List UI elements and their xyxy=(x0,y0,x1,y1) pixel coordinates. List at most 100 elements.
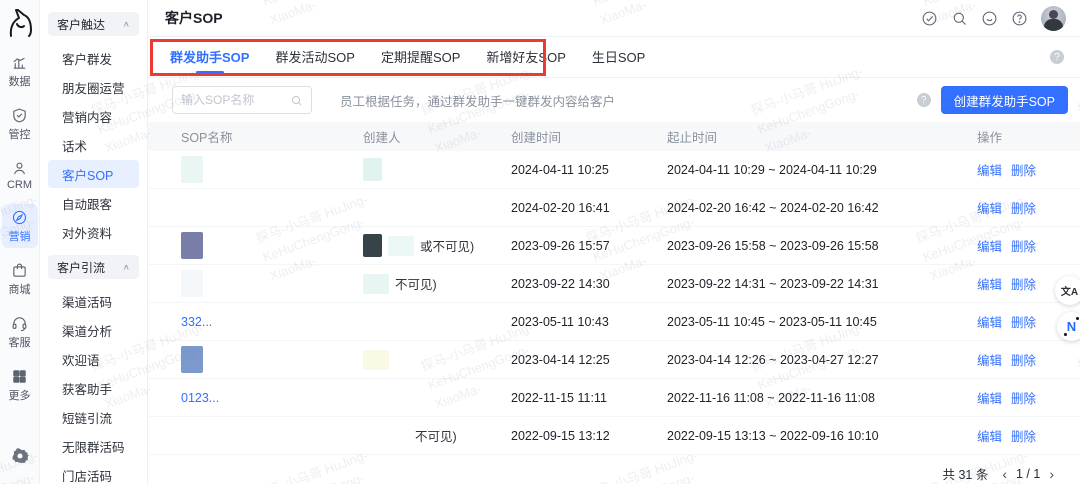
delete-link[interactable]: 删除 xyxy=(1011,236,1036,255)
search-icon[interactable] xyxy=(951,10,968,27)
sidebar-item-acquisition-assistant[interactable]: 获客助手 xyxy=(48,374,139,402)
sop-name-link[interactable]: 332... xyxy=(181,315,212,329)
rail-item-control[interactable]: 管控 xyxy=(2,102,38,146)
edit-link[interactable]: 编辑 xyxy=(977,426,1002,445)
help-icon[interactable] xyxy=(1011,10,1028,27)
edit-link[interactable]: 编辑 xyxy=(977,198,1002,217)
page-indicator: 1 / 1 xyxy=(1016,466,1041,481)
section-title: 客户引流 xyxy=(57,260,106,275)
delete-link[interactable]: 删除 xyxy=(1011,350,1036,369)
settings-button[interactable] xyxy=(11,447,29,470)
sop-thumbnail xyxy=(181,232,203,259)
sidebar-item-channel-qr[interactable]: 渠道活码 xyxy=(48,287,139,315)
toolbar: 员工根据任务，通过群发助手一键群发内容给客户 ? 创建群发助手SOP xyxy=(148,78,1080,122)
rail-item-crm[interactable]: CRM xyxy=(2,155,38,195)
creator-name: 不可见) xyxy=(415,430,457,444)
delete-link[interactable]: 删除 xyxy=(1011,274,1036,293)
node-graph-icon: N xyxy=(1066,319,1077,334)
sidebar-item-welcome-message[interactable]: 欢迎语 xyxy=(48,345,139,373)
question-circle-icon[interactable]: ? xyxy=(916,93,931,107)
chevron-up-icon: ∧ xyxy=(122,19,130,29)
rail-item-label: 营销 xyxy=(8,231,31,243)
message-icon[interactable] xyxy=(981,10,998,27)
sidebar-item-customer-sop[interactable]: 客户SOP xyxy=(48,160,139,188)
sidebar-item-mass-send[interactable]: 客户群发 xyxy=(48,44,139,72)
pagination: ‹ 1 / 1 › xyxy=(1002,467,1054,481)
sidebar-item-moments[interactable]: 朋友圈运营 xyxy=(48,73,139,101)
rail-item-service[interactable]: 客服 xyxy=(2,310,38,354)
node-dot xyxy=(1076,317,1079,320)
edit-link[interactable]: 编辑 xyxy=(977,388,1002,407)
sidebar-item-external-material[interactable]: 对外资料 xyxy=(48,218,139,246)
rail-item-data[interactable]: 数据 xyxy=(2,49,38,93)
delete-link[interactable]: 删除 xyxy=(1011,388,1036,407)
created-time: 2024-04-11 10:25 xyxy=(511,162,609,177)
sidebar-item-store-qr[interactable]: 门店活码 xyxy=(48,461,139,484)
time-range: 2023-05-11 10:45 ~ 2023-05-11 10:45 xyxy=(667,314,877,329)
question-circle-icon[interactable]: ? xyxy=(1050,50,1064,64)
sidebar-item-marketing-content[interactable]: 营销内容 xyxy=(48,102,139,130)
sidebar-item-unlimited-group-qr[interactable]: 无限群活码 xyxy=(48,432,139,460)
rail-item-label: 更多 xyxy=(8,390,31,402)
sidebar-item-scripts[interactable]: 话术 xyxy=(48,131,139,159)
rail-item-marketing[interactable]: 营销 xyxy=(1,204,38,248)
tab-bar: 群发助手SOP 群发活动SOP 定期提醒SOP 新增好友SOP 生日SOP ? xyxy=(148,37,1080,78)
create-sop-button[interactable]: 创建群发助手SOP xyxy=(940,86,1068,114)
edit-link[interactable]: 编辑 xyxy=(977,236,1002,255)
sop-thumbnail xyxy=(181,346,203,373)
delete-link[interactable]: 删除 xyxy=(1011,160,1036,179)
sidebar-item-short-link[interactable]: 短链引流 xyxy=(48,403,139,431)
time-range: 2024-04-11 10:29 ~ 2024-04-11 10:29 xyxy=(667,162,877,177)
table-row: 0123... 2022-11-15 11:11 2022-11-16 11:0… xyxy=(148,379,1080,417)
delete-link[interactable]: 删除 xyxy=(1011,198,1036,217)
table-row: 332... 2023-05-11 10:43 2023-05-11 10:45… xyxy=(148,303,1080,341)
edit-link[interactable]: 编辑 xyxy=(977,350,1002,369)
compass-icon xyxy=(12,210,27,225)
edit-link[interactable]: 编辑 xyxy=(977,312,1002,331)
edit-link[interactable]: 编辑 xyxy=(977,274,1002,293)
table-row: 不可见) 2022-09-15 13:12 2022-09-15 13:13 ~… xyxy=(148,417,1080,455)
app-window: 探马-小马哥 HuJing- KeHuChengGong- XiaoMa-探马-… xyxy=(0,0,1080,484)
creator-avatar xyxy=(363,158,382,181)
created-time: 2023-09-22 14:30 xyxy=(511,276,610,291)
time-range: 2023-09-26 15:58 ~ 2023-09-26 15:58 xyxy=(667,238,879,253)
tab-birthday-sop[interactable]: 生日SOP xyxy=(592,36,645,79)
edit-link[interactable]: 编辑 xyxy=(977,160,1002,179)
search-input[interactable] xyxy=(181,93,286,107)
created-time: 2024-02-20 16:41 xyxy=(511,200,610,215)
tab-mass-activity-sop[interactable]: 群发活动SOP xyxy=(275,36,354,79)
sop-name-link[interactable]: 0123... xyxy=(181,391,219,405)
time-range: 2022-11-16 11:08 ~ 2022-11-16 11:08 xyxy=(667,390,875,405)
creator-name: 不可见) xyxy=(395,278,437,292)
total-count: 共 31 条 xyxy=(942,468,989,482)
magnifier-icon[interactable] xyxy=(290,94,303,107)
list-footer: 共 31 条 ‹ 1 / 1 › xyxy=(148,455,1080,483)
delete-link[interactable]: 删除 xyxy=(1011,312,1036,331)
delete-link[interactable]: 删除 xyxy=(1011,426,1036,445)
sidebar-section-customer-acquisition[interactable]: 客户引流 ∧ xyxy=(48,255,139,279)
sidebar-item-channel-analysis[interactable]: 渠道分析 xyxy=(48,316,139,344)
user-avatar[interactable] xyxy=(1041,5,1066,31)
tanma-horse-logo-icon[interactable] xyxy=(5,6,35,40)
next-page-icon[interactable]: › xyxy=(1049,467,1054,481)
section-title: 客户触达 xyxy=(57,17,106,32)
sidebar-section-customer-reach[interactable]: 客户触达 ∧ xyxy=(48,12,139,36)
prev-page-icon[interactable]: ‹ xyxy=(1002,467,1007,481)
creator-avatar xyxy=(363,234,382,257)
created-time: 2023-05-11 10:43 xyxy=(511,314,609,329)
table-row: 2024-02-20 16:41 2024-02-20 16:42 ~ 2024… xyxy=(148,189,1080,227)
extension-float-button[interactable]: N xyxy=(1057,312,1080,341)
table-row: 或不可见) 2023-09-26 15:57 2023-09-26 15:58 … xyxy=(148,227,1080,265)
check-circle-icon[interactable] xyxy=(921,10,938,27)
tab-mass-assistant-sop[interactable]: 群发助手SOP xyxy=(170,36,249,79)
rail-item-mall[interactable]: 商城 xyxy=(2,257,38,301)
sidebar-item-auto-follow[interactable]: 自动跟客 xyxy=(48,189,139,217)
rail-item-more[interactable]: 更多 xyxy=(2,363,38,407)
grid-icon xyxy=(13,370,26,383)
chevron-up-icon: ∧ xyxy=(122,262,130,272)
tab-new-friend-sop[interactable]: 新增好友SOP xyxy=(486,36,565,79)
node-dot xyxy=(1064,333,1067,336)
translate-float-button[interactable]: 文A xyxy=(1055,276,1080,305)
tab-periodic-reminder-sop[interactable]: 定期提醒SOP xyxy=(381,36,460,79)
time-range: 2023-09-22 14:31 ~ 2023-09-22 14:31 xyxy=(667,276,879,291)
